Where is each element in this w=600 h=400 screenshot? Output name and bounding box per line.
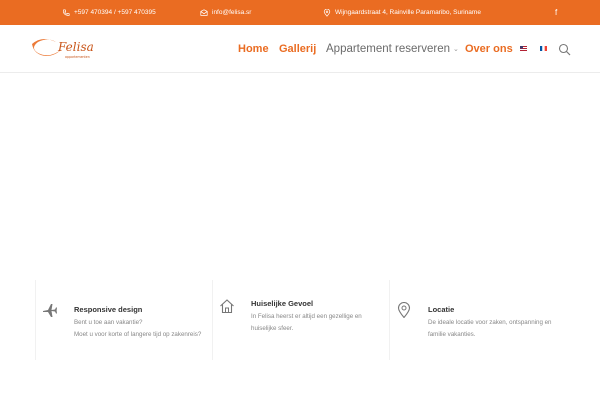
feature-huiselijke-gevoel: Huiselijke Gevoel In Felisa heerst er al… [212,280,388,360]
chevron-down-icon: ⌄ [453,46,459,53]
nav-over-ons-label: Over ons [465,43,513,55]
nav-home[interactable]: Home [238,25,269,73]
felisa-logo[interactable]: Felisa appartementen [28,34,104,64]
facebook-link[interactable]: f [555,0,557,25]
site-header: Felisa appartementen Home Gallerij Appar… [0,25,600,73]
nav-over-ons[interactable]: Over ons [465,25,513,73]
feature-line: Moet u voor korte of langere tijd op zak… [74,331,202,338]
french-flag-icon[interactable] [540,46,547,51]
feature-title: Locatie [428,305,455,314]
phone-icon [62,8,70,16]
email-contact[interactable]: info@felisa.sr [200,0,251,25]
feature-line: huiselijke sfeer. [251,325,294,332]
svg-text:appartementen: appartementen [65,55,90,59]
feature-line: familie vakanties. [428,331,476,338]
address-text: Wijngaardstraat 4, Rainville Paramaribo,… [335,9,481,16]
feature-title: Responsive design [74,305,143,314]
feature-responsive-design: Responsive design Bent u toe aan vakanti… [35,280,211,360]
airplane-icon [43,304,57,317]
mail-icon [200,8,208,16]
phone-text: +597 470394 / +597 470395 [74,9,156,16]
home-icon [220,299,234,314]
location-pin-icon [323,8,331,17]
feature-locatie: Locatie De ideale locatie voor zaken, on… [389,280,565,360]
feature-title: Huiselijke Gevoel [251,299,314,308]
feature-text: Bent u toe aan vakantie? Moet u voor kor… [74,317,212,341]
address-contact: Wijngaardstraat 4, Rainville Paramaribo,… [323,0,481,25]
english-flag-icon[interactable] [520,46,527,51]
top-info-bar: +597 470394 / +597 470395 info@felisa.sr… [0,0,600,25]
map-pin-icon [397,302,411,318]
feature-text: In Felisa heerst er altijd een gezellige… [251,311,389,335]
nav-appartement-reserveren[interactable]: Appartement reserveren ⌄ [326,25,459,73]
nav-gallerij-label: Gallerij [279,43,317,55]
nav-gallerij[interactable]: Gallerij [279,25,316,73]
facebook-icon: f [555,8,558,17]
feature-text: De ideale locatie voor zaken, ontspannin… [428,317,566,341]
feature-line: Bent u toe aan vakantie? [74,319,143,326]
feature-line: De ideale locatie voor zaken, ontspannin… [428,319,552,326]
email-text: info@felisa.sr [212,9,252,16]
search-icon[interactable] [558,43,571,56]
nav-home-label: Home [238,43,269,55]
feature-line: In Felisa heerst er altijd een gezellige… [251,313,362,320]
nav-appartement-label: Appartement reserveren [326,43,451,55]
phone-contact[interactable]: +597 470394 / +597 470395 [62,0,156,25]
svg-text:Felisa: Felisa [57,40,94,54]
